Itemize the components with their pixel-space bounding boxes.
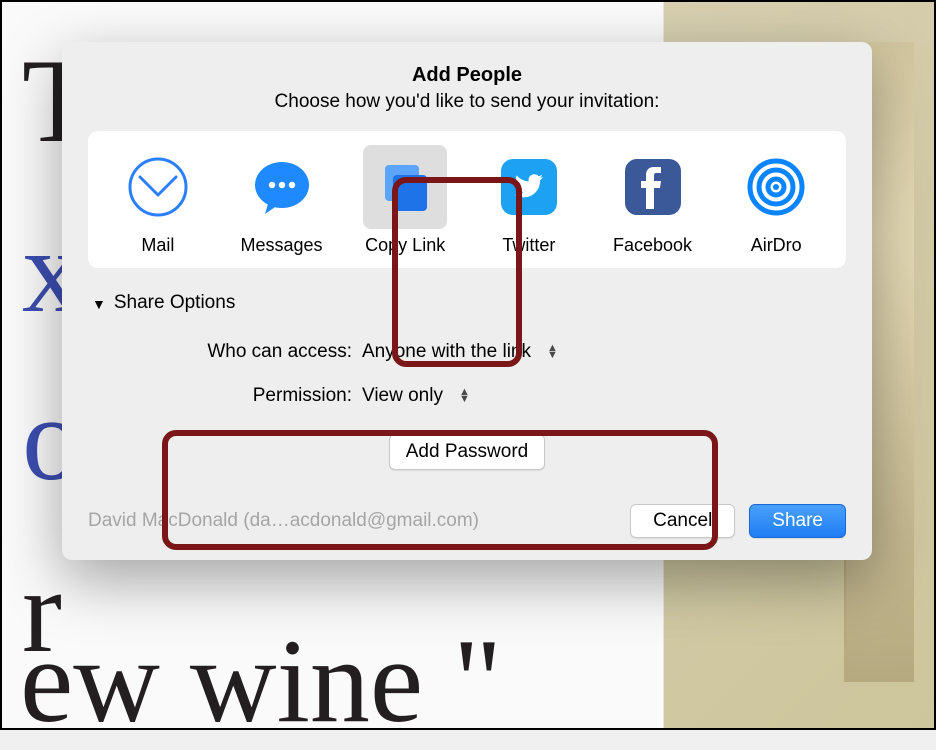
popup-arrows-icon: ▲▼ xyxy=(459,389,470,403)
copylink-icon xyxy=(363,145,447,229)
share-options-toggle[interactable]: ▼ Share Options xyxy=(92,292,846,314)
who-can-access-select[interactable]: Anyone with the link ▲▼ xyxy=(362,341,558,363)
dialog-title: Add People xyxy=(88,64,846,87)
share-method-label: Messages xyxy=(240,235,322,256)
share-method-label: Facebook xyxy=(613,235,692,256)
share-method-label: Mail xyxy=(141,235,174,256)
add-password-button[interactable]: Add Password xyxy=(389,434,546,470)
share-label: Share xyxy=(772,510,823,531)
disclosure-triangle-icon: ▼ xyxy=(92,296,106,312)
share-method-airdrop[interactable]: AirDro xyxy=(714,145,838,256)
share-options-panel: Who can access: Anyone with the link ▲▼ … xyxy=(112,330,846,418)
cancel-label: Cancel xyxy=(653,510,712,531)
twitter-icon xyxy=(487,145,571,229)
share-method-label: Twitter xyxy=(502,235,555,256)
add-password-label: Add Password xyxy=(406,441,529,462)
share-method-row: Mail Messages Copy Link xyxy=(88,131,846,268)
dialog-subtitle: Choose how you'd like to send your invit… xyxy=(88,91,846,113)
permission-select[interactable]: View only ▲▼ xyxy=(362,385,470,407)
account-text: David MacDonald (da…acdonald@gmail.com) xyxy=(88,510,479,532)
bg-glyph: ew wine " xyxy=(20,612,502,750)
share-method-label: Copy Link xyxy=(365,235,445,256)
permission-label: Permission: xyxy=(112,385,352,407)
popup-arrows-icon: ▲▼ xyxy=(547,345,558,359)
share-method-mail[interactable]: Mail xyxy=(96,145,220,256)
share-button[interactable]: Share xyxy=(749,504,846,538)
share-method-messages[interactable]: Messages xyxy=(220,145,344,256)
share-options-header-label: Share Options xyxy=(114,292,235,314)
who-can-access-value: Anyone with the link xyxy=(362,341,531,363)
airdrop-icon xyxy=(734,145,818,229)
share-method-copy-link[interactable]: Copy Link xyxy=(343,145,467,256)
permission-value: View only xyxy=(362,385,443,407)
messages-icon xyxy=(240,145,324,229)
share-method-facebook[interactable]: Facebook xyxy=(591,145,715,256)
who-can-access-label: Who can access: xyxy=(112,341,352,363)
share-method-twitter[interactable]: Twitter xyxy=(467,145,591,256)
share-method-label: AirDro xyxy=(751,235,802,256)
mail-icon xyxy=(116,145,200,229)
cancel-button[interactable]: Cancel xyxy=(630,504,735,538)
facebook-icon xyxy=(611,145,695,229)
add-people-dialog: Add People Choose how you'd like to send… xyxy=(62,42,872,560)
